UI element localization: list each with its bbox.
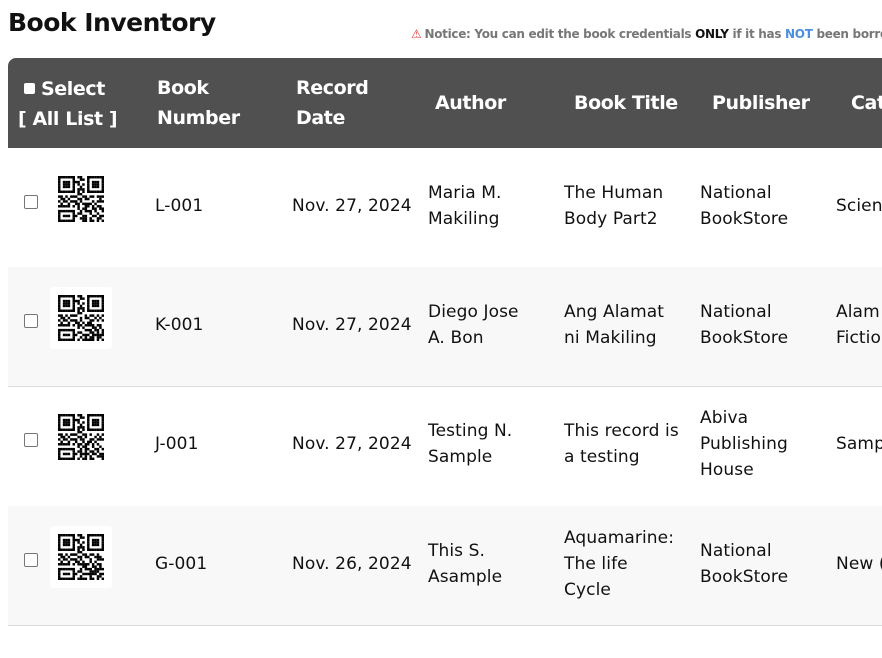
cell-line: The life bbox=[564, 553, 628, 574]
cell-line: ni Makiling bbox=[564, 327, 657, 348]
header-record-date-line1: Record bbox=[296, 77, 369, 99]
cell-line: BookStore bbox=[700, 208, 789, 229]
record-date-cell: Nov. 27, 2024 bbox=[292, 434, 412, 455]
category-cell: Samp bbox=[836, 431, 882, 457]
cell-line: National bbox=[700, 540, 772, 561]
notice-not: NOT bbox=[785, 27, 813, 41]
cell-line: Ang Alamat bbox=[564, 301, 665, 322]
cell-line: This record is bbox=[564, 421, 679, 442]
header-book-number: Book Number bbox=[157, 73, 240, 133]
cell-line: Cycle bbox=[564, 579, 611, 600]
publisher-cell: National BookStore bbox=[700, 180, 788, 232]
table-header: Select [ All List ] Book Number Record D… bbox=[8, 58, 882, 148]
cell-line: Sample bbox=[428, 447, 493, 468]
record-date-cell: Nov. 27, 2024 bbox=[292, 314, 412, 335]
cell-line: BookStore bbox=[700, 327, 789, 348]
cell-line: Maria M. bbox=[428, 182, 502, 203]
table-row: K-001 Nov. 27, 2024 Diego Jose A. Bon Ang Al… bbox=[8, 267, 882, 388]
header-record-date: Record Date bbox=[296, 73, 369, 133]
book-title-cell: Ang Alamat ni Makiling bbox=[564, 299, 664, 351]
page-title: Book Inventory bbox=[8, 8, 216, 37]
cell-line: Testing N. bbox=[428, 421, 513, 442]
notice-text-middle: if it has bbox=[728, 27, 786, 41]
table-row: L-001 Nov. 27, 2024 Maria M. Makiling The Hu… bbox=[8, 148, 882, 268]
qr-code-icon[interactable] bbox=[50, 406, 112, 469]
book-number-cell: L-001 bbox=[155, 195, 204, 216]
table-row: G-001 Nov. 26, 2024 This S. Asample Aquamari… bbox=[8, 505, 882, 626]
author-cell: This S. Asample bbox=[428, 538, 502, 590]
book-title-cell: The Human Body Part2 bbox=[564, 180, 663, 232]
select-all-header[interactable]: Select [ All List ] bbox=[18, 74, 118, 134]
notice-only: ONLY bbox=[695, 27, 729, 41]
cell-line: Scien bbox=[836, 195, 882, 216]
header-book-number-line2: Number bbox=[157, 107, 240, 129]
author-cell: Diego Jose A. Bon bbox=[428, 299, 519, 351]
publisher-cell: National BookStore bbox=[700, 538, 788, 590]
cell-line: Aquamarine: bbox=[564, 527, 675, 548]
header-book-number-line1: Book bbox=[157, 77, 209, 99]
qr-code-icon[interactable] bbox=[50, 525, 112, 588]
author-cell: Testing N. Sample bbox=[428, 418, 512, 470]
cell-line: House bbox=[700, 460, 754, 481]
cell-line: This S. bbox=[428, 540, 486, 561]
record-date-cell: Nov. 27, 2024 bbox=[292, 195, 412, 216]
cell-line: A. Bon bbox=[428, 327, 484, 348]
select-all-list-label[interactable]: [ All List ] bbox=[18, 104, 118, 134]
warning-icon: ⚠ bbox=[411, 27, 422, 41]
qr-code-icon[interactable] bbox=[50, 286, 112, 349]
book-title-cell: Aquamarine: The life Cycle bbox=[564, 525, 674, 603]
row-select-checkbox[interactable] bbox=[24, 552, 38, 567]
cell-line: BookStore bbox=[700, 566, 789, 587]
book-number-cell: G-001 bbox=[155, 553, 208, 574]
cell-line: New ( bbox=[836, 553, 882, 574]
cell-line: Asample bbox=[428, 566, 503, 587]
author-cell: Maria M. Makiling bbox=[428, 180, 502, 232]
book-title-cell: This record is a testing bbox=[564, 418, 679, 470]
cell-line: Abiva bbox=[700, 408, 749, 429]
header-publisher: Publisher bbox=[712, 92, 810, 114]
cell-line: Makiling bbox=[428, 208, 500, 229]
book-number-cell: J-001 bbox=[155, 434, 199, 455]
cell-line: Alam bbox=[836, 301, 880, 322]
cell-line: National bbox=[700, 182, 772, 203]
header-category: Cat bbox=[851, 92, 882, 114]
cell-line: Samp bbox=[836, 434, 882, 455]
edit-notice: ⚠ Notice: You can edit the book credentia… bbox=[411, 27, 882, 41]
select-all-checkbox[interactable] bbox=[24, 82, 35, 94]
table-row: J-001 Nov. 27, 2024 Testing N. Sample This r… bbox=[8, 386, 882, 507]
cell-line: a testing bbox=[564, 447, 640, 468]
cell-line: National bbox=[700, 301, 772, 322]
row-select-checkbox[interactable] bbox=[24, 433, 38, 448]
cell-line: The Human bbox=[564, 182, 664, 203]
header-book-title: Book Title bbox=[574, 92, 678, 114]
cell-line: Diego Jose bbox=[428, 301, 519, 322]
notice-text-suffix: been borrowe bbox=[816, 27, 882, 41]
row-select-checkbox[interactable] bbox=[24, 194, 38, 209]
header-record-date-line2: Date bbox=[296, 107, 345, 129]
notice-text: Notice: You can edit the book credential… bbox=[424, 27, 696, 41]
category-cell: Alam Fictio bbox=[836, 299, 881, 351]
publisher-cell: National BookStore bbox=[700, 299, 788, 351]
inventory-table: Select [ All List ] Book Number Record D… bbox=[8, 58, 882, 658]
category-cell: Scien bbox=[836, 193, 882, 219]
cell-line: Fictio bbox=[836, 327, 882, 348]
book-number-cell: K-001 bbox=[155, 314, 204, 335]
header-author: Author bbox=[435, 92, 506, 114]
row-select-checkbox[interactable] bbox=[24, 313, 38, 328]
cell-line: Publishing bbox=[700, 434, 788, 455]
qr-code-icon[interactable] bbox=[50, 167, 112, 230]
select-all-label: Select bbox=[41, 78, 105, 100]
category-cell: New ( bbox=[836, 551, 882, 577]
publisher-cell: Abiva Publishing House bbox=[700, 405, 788, 483]
cell-line: Body Part2 bbox=[564, 208, 658, 229]
record-date-cell: Nov. 26, 2024 bbox=[292, 553, 412, 574]
